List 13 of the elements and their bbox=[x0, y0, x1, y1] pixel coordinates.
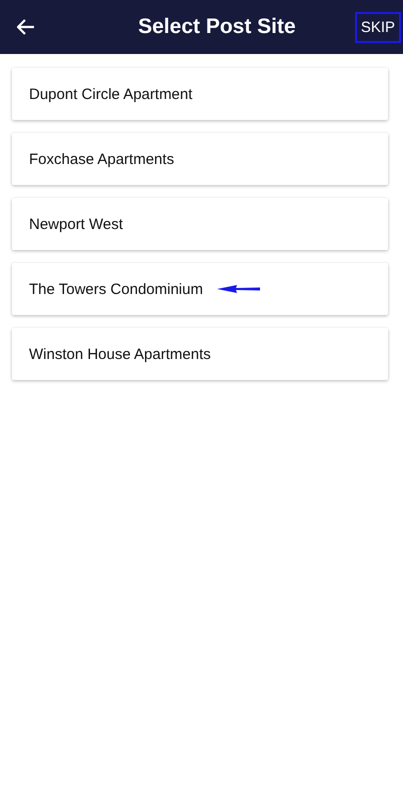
site-name: The Towers Condominium bbox=[29, 280, 203, 298]
site-card[interactable]: The Towers Condominium bbox=[12, 263, 388, 315]
site-card[interactable]: Foxchase Apartments bbox=[12, 133, 388, 185]
back-arrow-icon bbox=[17, 19, 35, 35]
skip-button[interactable]: SKIP bbox=[354, 12, 401, 42]
site-name: Newport West bbox=[29, 216, 123, 232]
site-name: Foxchase Apartments bbox=[29, 150, 174, 168]
site-name: Dupont Circle Apartment bbox=[29, 86, 192, 102]
site-card[interactable]: Dupont Circle Apartment bbox=[12, 68, 388, 120]
site-card[interactable]: Newport West bbox=[12, 198, 388, 250]
site-card[interactable]: Winston House Apartments bbox=[12, 328, 388, 380]
site-name: Winston House Apartments bbox=[29, 346, 211, 362]
screen-title: Select Post Site bbox=[137, 15, 296, 39]
